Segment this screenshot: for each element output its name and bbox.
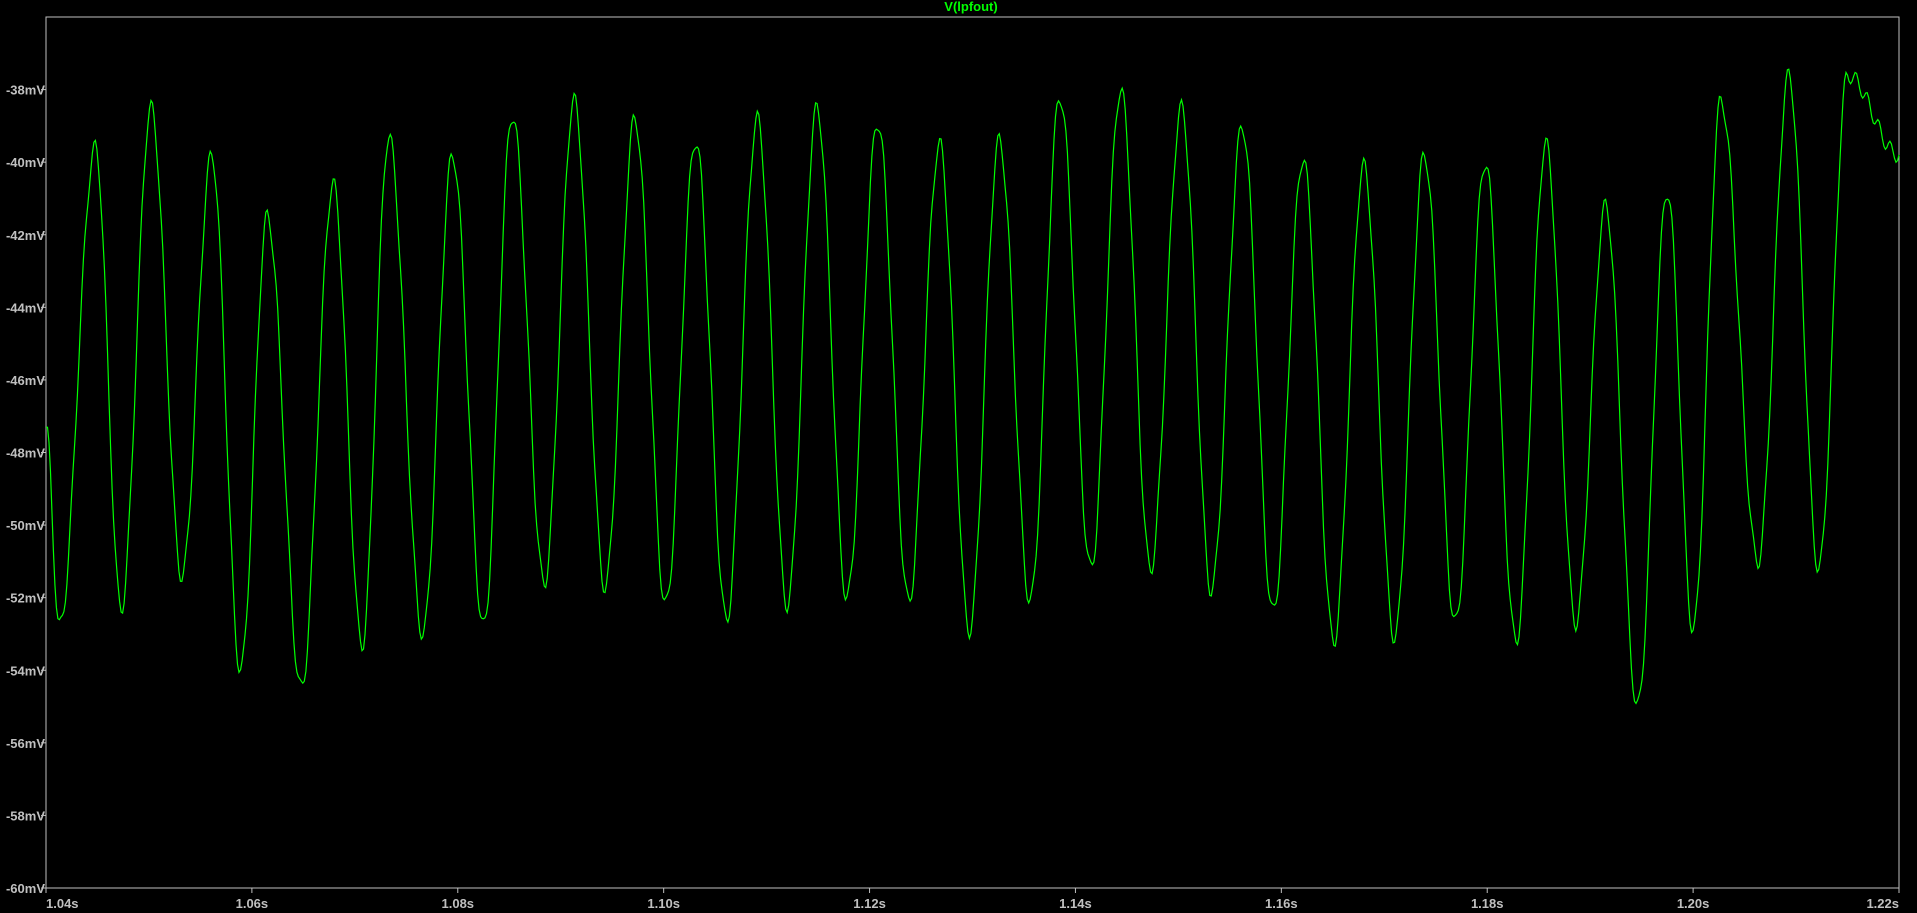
y-tick-label: -56mV [6, 736, 45, 751]
y-tick-label: -48mV [6, 446, 45, 461]
x-tick-label: 1.14s [1059, 896, 1092, 911]
x-tick-label: 1.10s [647, 896, 680, 911]
x-tick-label: 1.06s [236, 896, 269, 911]
y-tick-label: -42mV [6, 228, 45, 243]
x-tick-label: 1.12s [853, 896, 886, 911]
y-tick-label: -50mV [6, 518, 45, 533]
trace-title[interactable]: V(lpfout) [944, 0, 997, 14]
waveform-plot: V(lpfout) 1.04s 1.06s 1.08s 1.10s 1.12s 1.14s… [0, 0, 1917, 913]
x-tick-label: 1.04s [46, 896, 79, 911]
x-tick-label: 1.18s [1471, 896, 1504, 911]
y-tick-label: -40mV [6, 155, 45, 170]
y-tick-label: -54mV [6, 663, 45, 678]
x-tick-label: 1.20s [1677, 896, 1710, 911]
plot-background [0, 0, 1917, 913]
y-tick-label: -58mV [6, 808, 45, 823]
x-tick-label: 1.16s [1265, 896, 1298, 911]
y-tick-label: -46mV [6, 373, 45, 388]
x-tick-label: 1.22s [1866, 896, 1899, 911]
y-tick-label: -38mV [6, 83, 45, 98]
y-tick-label: -60mV [6, 881, 45, 896]
y-tick-label: -44mV [6, 300, 45, 315]
y-tick-label: -52mV [6, 591, 45, 606]
x-tick-label: 1.08s [442, 896, 475, 911]
